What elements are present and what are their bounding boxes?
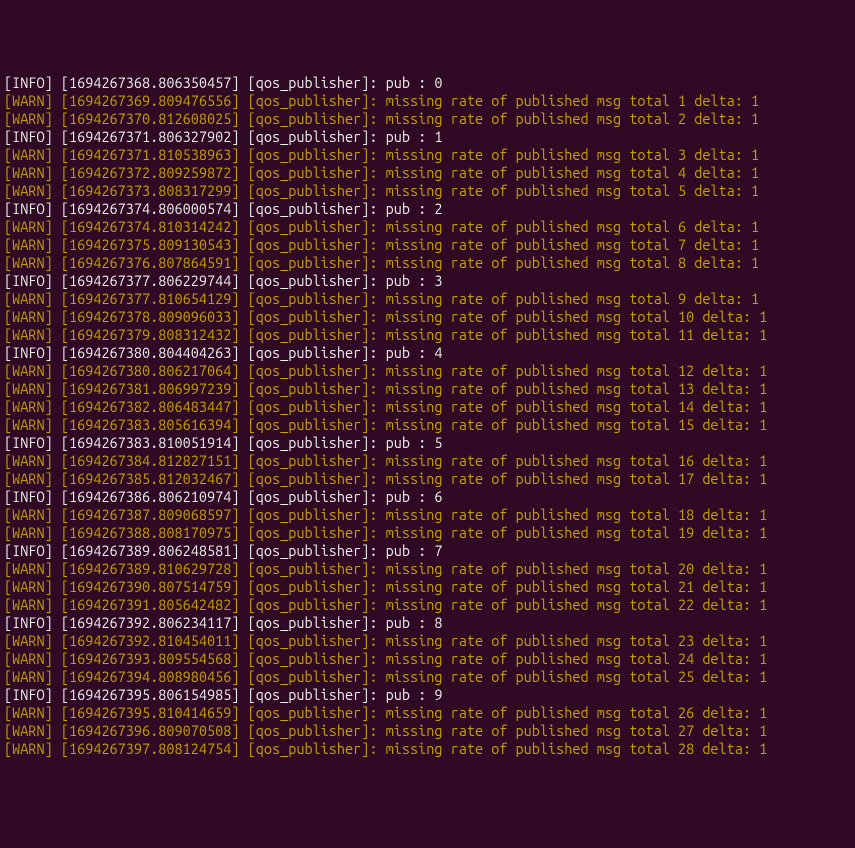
- log-line: [WARN] [1694267384.812827151] [qos_publi…: [4, 452, 851, 470]
- log-line: [INFO] [1694267377.806229744] [qos_publi…: [4, 272, 851, 290]
- log-line: [WARN] [1694267395.810414659] [qos_publi…: [4, 704, 851, 722]
- log-line: [WARN] [1694267371.810538963] [qos_publi…: [4, 146, 851, 164]
- log-line: [WARN] [1694267377.810654129] [qos_publi…: [4, 290, 851, 308]
- log-line: [WARN] [1694267389.810629728] [qos_publi…: [4, 560, 851, 578]
- log-line: [WARN] [1694267388.808170975] [qos_publi…: [4, 524, 851, 542]
- log-line: [INFO] [1694267386.806210974] [qos_publi…: [4, 488, 851, 506]
- log-line: [WARN] [1694267391.805642482] [qos_publi…: [4, 596, 851, 614]
- log-line: [WARN] [1694267396.809070508] [qos_publi…: [4, 722, 851, 740]
- log-line: [WARN] [1694267376.807864591] [qos_publi…: [4, 254, 851, 272]
- log-line: [INFO] [1694267368.806350457] [qos_publi…: [4, 74, 851, 92]
- log-line: [WARN] [1694267392.810454011] [qos_publi…: [4, 632, 851, 650]
- log-line: [INFO] [1694267374.806000574] [qos_publi…: [4, 200, 851, 218]
- log-line: [WARN] [1694267387.809068597] [qos_publi…: [4, 506, 851, 524]
- log-line: [WARN] [1694267383.805616394] [qos_publi…: [4, 416, 851, 434]
- log-line: [INFO] [1694267371.806327902] [qos_publi…: [4, 128, 851, 146]
- log-line: [WARN] [1694267378.809096033] [qos_publi…: [4, 308, 851, 326]
- log-line: [WARN] [1694267372.809259872] [qos_publi…: [4, 164, 851, 182]
- log-line: [WARN] [1694267369.809476556] [qos_publi…: [4, 92, 851, 110]
- log-line: [WARN] [1694267374.810314242] [qos_publi…: [4, 218, 851, 236]
- log-line: [WARN] [1694267373.808317299] [qos_publi…: [4, 182, 851, 200]
- log-line: [INFO] [1694267389.806248581] [qos_publi…: [4, 542, 851, 560]
- log-line: [INFO] [1694267380.804404263] [qos_publi…: [4, 344, 851, 362]
- log-line: [WARN] [1694267394.808980456] [qos_publi…: [4, 668, 851, 686]
- log-line: [WARN] [1694267370.812608025] [qos_publi…: [4, 110, 851, 128]
- log-line: [WARN] [1694267375.809130543] [qos_publi…: [4, 236, 851, 254]
- log-line: [INFO] [1694267392.806234117] [qos_publi…: [4, 614, 851, 632]
- log-line: [INFO] [1694267395.806154985] [qos_publi…: [4, 686, 851, 704]
- log-line: [WARN] [1694267385.812032467] [qos_publi…: [4, 470, 851, 488]
- log-line: [WARN] [1694267397.808124754] [qos_publi…: [4, 740, 851, 758]
- log-line: [WARN] [1694267380.806217064] [qos_publi…: [4, 362, 851, 380]
- log-line: [WARN] [1694267381.806997239] [qos_publi…: [4, 380, 851, 398]
- log-line: [WARN] [1694267390.807514759] [qos_publi…: [4, 578, 851, 596]
- log-line: [WARN] [1694267382.806483447] [qos_publi…: [4, 398, 851, 416]
- log-line: [WARN] [1694267379.808312432] [qos_publi…: [4, 326, 851, 344]
- log-line: [WARN] [1694267393.809554568] [qos_publi…: [4, 650, 851, 668]
- terminal-output[interactable]: [INFO] [1694267368.806350457] [qos_publi…: [4, 74, 851, 758]
- log-line: [INFO] [1694267383.810051914] [qos_publi…: [4, 434, 851, 452]
